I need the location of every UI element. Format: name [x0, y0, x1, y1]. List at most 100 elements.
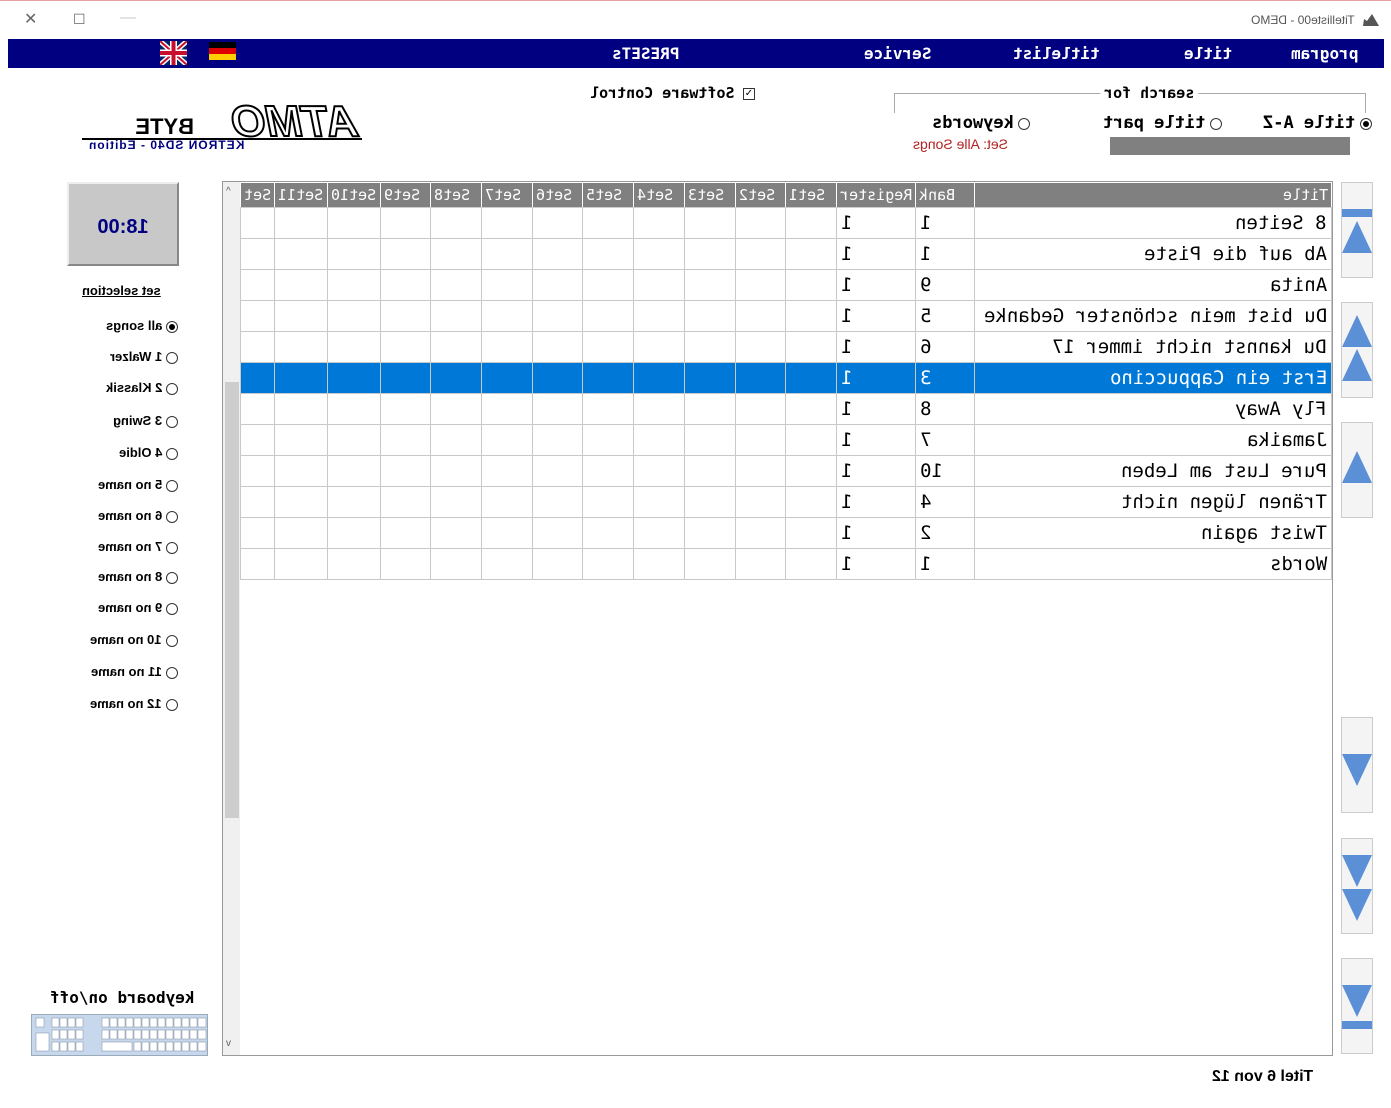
software-control-checkbox[interactable]: ✓: [742, 87, 755, 100]
column-header[interactable]: Set6: [531, 182, 584, 208]
set-option-radio[interactable]: [166, 415, 178, 428]
column-header[interactable]: Set4: [633, 182, 685, 208]
table-cell: [379, 238, 432, 270]
set-option[interactable]: 5 no name: [98, 477, 178, 492]
set-option-radio[interactable]: [166, 320, 178, 333]
set-option-radio[interactable]: [166, 510, 178, 523]
table-row[interactable]: 1 7 Jamaika: [239, 424, 1332, 456]
vertical-scrollbar[interactable]: ^ v: [223, 182, 240, 1055]
nav-first-button[interactable]: [1341, 182, 1373, 278]
radio-title-az[interactable]: [1359, 117, 1372, 130]
set-option-radio[interactable]: [166, 479, 178, 492]
nav-up-button[interactable]: [1341, 422, 1373, 518]
option-title-az[interactable]: title A-Z: [1263, 113, 1372, 133]
table-row[interactable]: 1 1 Ab auf die Piste: [239, 238, 1332, 270]
table-row[interactable]: 1 1 8 Seiten: [239, 207, 1332, 239]
column-header[interactable]: Set10: [326, 182, 381, 208]
menu-title[interactable]: title: [1184, 44, 1232, 63]
set-option[interactable]: 10 no name: [90, 632, 178, 647]
radio-title-part[interactable]: [1209, 117, 1222, 130]
search-group: search for: [894, 84, 1366, 113]
set-option[interactable]: 7 no name: [98, 539, 178, 554]
menu-program[interactable]: program: [1291, 44, 1358, 63]
table-row[interactable]: 1 2 Twist again: [239, 517, 1332, 549]
set-option[interactable]: 1 Walzer: [110, 349, 178, 364]
column-header[interactable]: Set2: [734, 182, 787, 208]
minimize-icon[interactable]: —: [120, 9, 136, 27]
menu-service[interactable]: Service: [864, 44, 931, 63]
set-option-radio[interactable]: [166, 351, 178, 364]
table-row[interactable]: 1 4 Tränen lügen nicht: [239, 486, 1332, 518]
table-cell: [239, 393, 276, 425]
set-option-radio[interactable]: [166, 602, 178, 615]
close-icon[interactable]: ✕: [24, 9, 37, 29]
nav-page-down-button[interactable]: [1341, 838, 1373, 934]
radio-keywords[interactable]: [1018, 117, 1031, 130]
nav-down-button[interactable]: [1341, 717, 1373, 813]
search-input[interactable]: [1110, 137, 1350, 155]
table-cell: [785, 424, 837, 456]
bank-value: 1: [920, 212, 932, 234]
option-keywords[interactable]: keywords: [932, 113, 1031, 133]
menu-presets[interactable]: PRESETs: [612, 44, 679, 63]
nav-page-up-button[interactable]: [1341, 302, 1373, 398]
set-option[interactable]: 4 Oldie: [119, 445, 178, 460]
set-option[interactable]: 9 no name: [98, 600, 178, 615]
set-option[interactable]: 8 no name: [98, 569, 178, 584]
table-cell: [481, 362, 533, 394]
set-option-radio[interactable]: [166, 447, 178, 460]
nav-last-button[interactable]: [1341, 958, 1373, 1054]
keyboard-icon[interactable]: [31, 1014, 208, 1056]
clock-display[interactable]: 18:00: [67, 182, 179, 266]
column-header[interactable]: Set7: [481, 182, 533, 208]
column-header[interactable]: Set8: [430, 182, 483, 208]
column-header[interactable]: Set: [239, 182, 276, 208]
column-header[interactable]: Set3: [683, 182, 736, 208]
scroll-up-icon[interactable]: ^: [226, 186, 231, 197]
uk-flag-icon[interactable]: [160, 41, 187, 65]
set-option[interactable]: 11 no name: [91, 664, 178, 679]
table-row[interactable]: 1 3 Erst ein Cappuccino: [239, 362, 1332, 394]
table-cell: Du bist mein schönster Gedanke: [974, 300, 1332, 332]
set-option-radio[interactable]: [166, 541, 178, 554]
maximize-icon[interactable]: ☐: [73, 11, 86, 28]
german-flag-icon[interactable]: [209, 42, 236, 60]
set-option-radio[interactable]: [166, 382, 178, 395]
column-header[interactable]: Set11: [274, 182, 328, 208]
set-option-radio[interactable]: [166, 698, 178, 711]
scroll-thumb[interactable]: [225, 382, 239, 818]
column-header[interactable]: Set1: [785, 182, 837, 208]
set-option[interactable]: 2 Klassik: [106, 380, 178, 395]
set-option[interactable]: 3 Swing: [113, 413, 178, 428]
column-header[interactable]: Bank: [915, 182, 976, 208]
column-header[interactable]: Set9: [379, 182, 432, 208]
set-option-radio[interactable]: [166, 571, 178, 584]
scroll-down-icon[interactable]: v: [226, 1038, 231, 1049]
software-control[interactable]: Software Control ✓: [590, 84, 755, 103]
table-row[interactable]: 1 1 Words: [239, 548, 1332, 580]
table-row[interactable]: 1 9 Anita: [239, 269, 1332, 301]
option-title-part[interactable]: title part: [1103, 113, 1222, 133]
song-title: 8 Seiten: [1235, 212, 1327, 234]
table-cell: [633, 300, 685, 332]
table-cell: [734, 207, 787, 239]
table-cell: [239, 517, 276, 549]
table-cell: 1: [835, 238, 917, 270]
table-row[interactable]: 1 6 Du kannst nicht immer 17: [239, 331, 1332, 363]
table-row[interactable]: 1 8 Fly Away: [239, 393, 1332, 425]
table-cell: 8 Seiten: [974, 207, 1332, 239]
menu-titlelist[interactable]: titlelist: [1013, 44, 1100, 63]
table-cell: [633, 424, 685, 456]
set-option[interactable]: all songs: [106, 318, 178, 333]
table-row[interactable]: 1 5 Du bist mein schönster Gedanke: [239, 300, 1332, 332]
set-option-radio[interactable]: [166, 666, 178, 679]
column-header[interactable]: Title: [974, 182, 1332, 208]
set-option[interactable]: 6 no name: [98, 508, 178, 523]
set-option[interactable]: 12 no name: [90, 696, 178, 711]
table-row[interactable]: 1 10 Pure Lust am Leben: [239, 455, 1332, 487]
arrow-up-icon: [1342, 221, 1372, 253]
column-header[interactable]: Set5: [582, 182, 635, 208]
set-option-radio[interactable]: [166, 634, 178, 647]
keyboard-toggle-label[interactable]: keyboard on/off: [50, 988, 195, 1007]
column-header[interactable]: Register: [835, 182, 917, 208]
